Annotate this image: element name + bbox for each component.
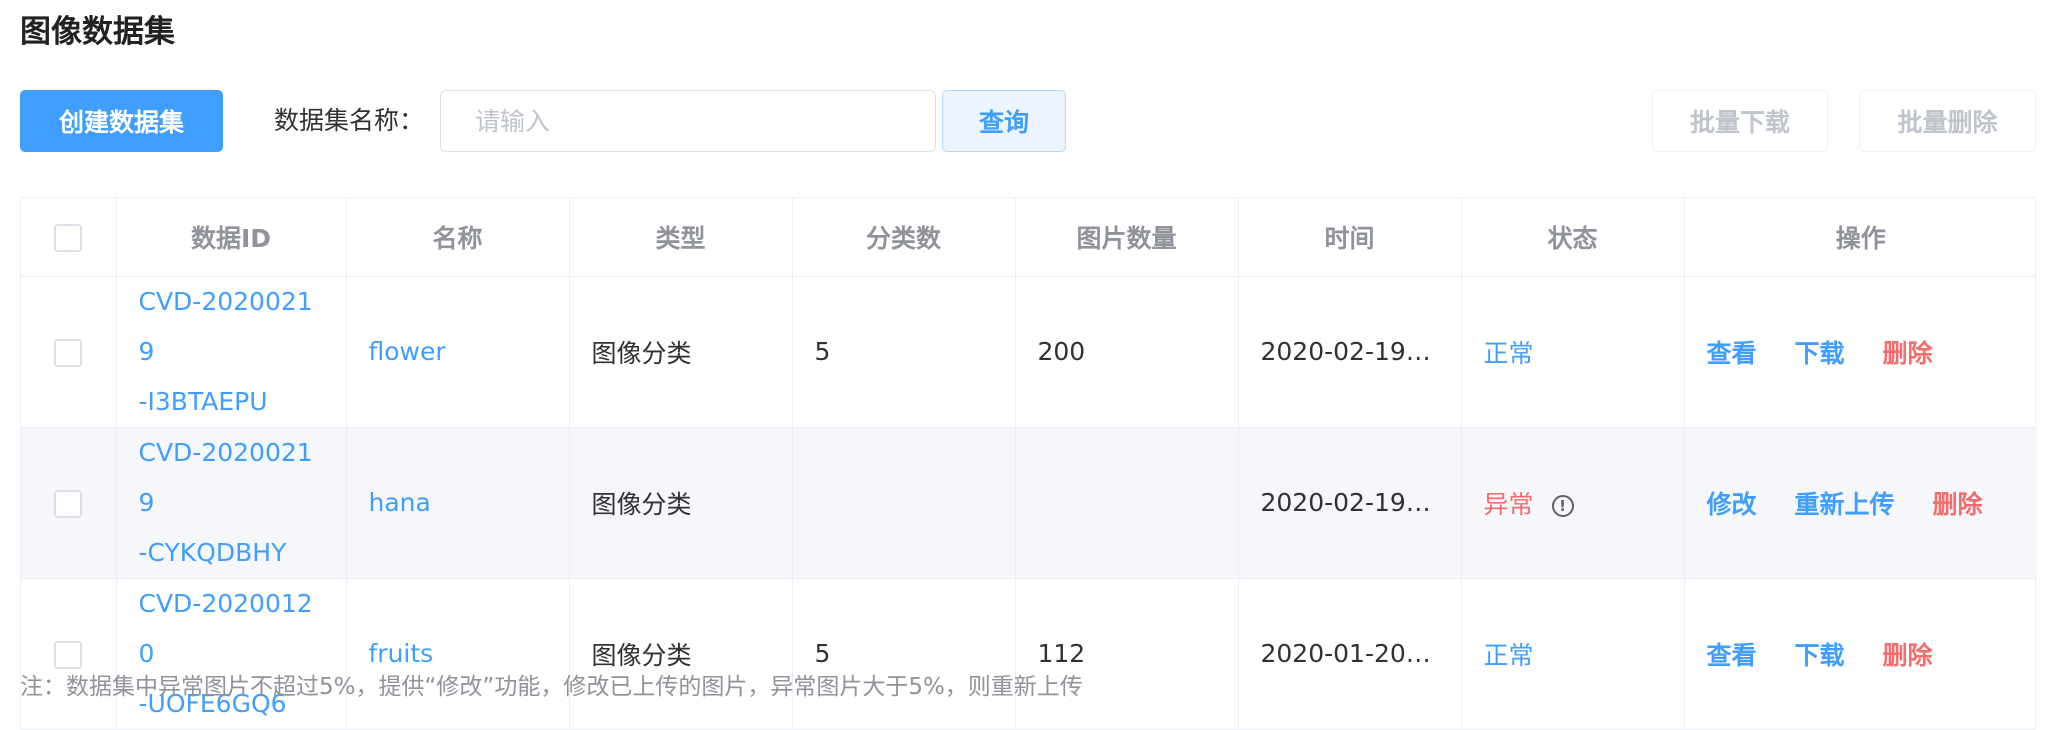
dataset-id-cell: CVD-20200120 -UOFE6GQ6 — [116, 578, 347, 729]
delete-button[interactable]: 删除 — [1882, 339, 1932, 368]
toolbar: 创建数据集 数据集名称： 查询 批量下载 批量删除 — [20, 90, 2036, 152]
header-time: 时间 — [1238, 198, 1462, 277]
dataset-time: 2020-01-20 … — [1238, 578, 1462, 729]
page-title: 图像数据集 — [20, 14, 175, 50]
row-checkbox[interactable] — [54, 640, 83, 669]
dataset-time: 2020-02-19 … — [1238, 427, 1462, 579]
row-select-cell — [21, 427, 117, 579]
row-select-cell — [21, 276, 117, 428]
dataset-name-link[interactable]: hana — [369, 488, 431, 517]
header-id: 数据ID — [116, 198, 347, 277]
status-badge: 正常 — [1483, 640, 1534, 670]
reupload-button[interactable]: 重新上传 — [1794, 490, 1894, 519]
view-button[interactable]: 查看 — [1707, 339, 1757, 368]
dataset-type: 图像分类 — [569, 578, 793, 729]
dataset-status-cell: 正常 — [1461, 578, 1685, 729]
header-status: 状态 — [1461, 198, 1685, 277]
dataset-status-cell: 异常! — [1461, 427, 1685, 579]
select-all-checkbox[interactable] — [54, 223, 83, 252]
batch-download-button[interactable]: 批量下载 — [1652, 90, 1828, 152]
delete-button[interactable]: 删除 — [1882, 641, 1932, 670]
batch-delete-button[interactable]: 批量删除 — [1859, 90, 2036, 152]
dataset-id-link[interactable]: CVD-20200219 -CYKQDBHY — [139, 428, 324, 578]
footnote: 注：数据集中异常图片不超过5%，提供“修改”功能，修改已上传的图片，异常图片大于… — [20, 674, 1083, 700]
row-actions: 查看 下载 删除 — [1684, 578, 2037, 729]
header-name: 名称 — [346, 198, 570, 277]
dataset-categories: 5 — [792, 276, 1016, 428]
query-button[interactable]: 查询 — [942, 90, 1066, 152]
row-actions: 修改 重新上传 删除 — [1684, 427, 2037, 579]
dataset-id-link[interactable]: CVD-20200219 -I3BTAEPU — [139, 277, 324, 427]
dataset-images: 112 — [1015, 578, 1239, 729]
row-select-cell — [21, 578, 117, 729]
status-badge: 异常 — [1483, 489, 1534, 519]
row-actions: 查看 下载 删除 — [1684, 276, 2037, 428]
search-input[interactable] — [440, 90, 936, 152]
create-dataset-button[interactable]: 创建数据集 — [20, 90, 223, 152]
header-select-all — [21, 198, 117, 277]
row-checkbox[interactable] — [54, 338, 83, 367]
dataset-images — [1015, 427, 1239, 579]
dataset-name-link[interactable]: fruits — [369, 639, 434, 668]
dataset-name-link[interactable]: flower — [369, 337, 446, 366]
info-circle-icon[interactable]: ! — [1551, 494, 1574, 517]
dataset-categories: 5 — [792, 578, 1016, 729]
header-categories: 分类数 — [792, 198, 1016, 277]
dataset-name-cell: flower — [346, 276, 570, 428]
search-label: 数据集名称： — [274, 106, 425, 135]
dataset-name-cell: hana — [346, 427, 570, 579]
table-header-row: 数据ID 名称 类型 分类数 图片数量 时间 状态 操作 — [21, 198, 2037, 277]
dataset-id-link[interactable]: CVD-20200120 -UOFE6GQ6 — [139, 579, 324, 729]
dataset-images: 200 — [1015, 276, 1239, 428]
view-button[interactable]: 查看 — [1707, 641, 1757, 670]
row-checkbox[interactable] — [54, 489, 83, 518]
dataset-categories — [792, 427, 1016, 579]
dataset-name-cell: fruits — [346, 578, 570, 729]
dataset-type: 图像分类 — [569, 427, 793, 579]
table-row: CVD-20200219 -I3BTAEPU flower 图像分类 5 200… — [21, 276, 2037, 428]
dataset-id-cell: CVD-20200219 -CYKQDBHY — [116, 427, 347, 579]
edit-button[interactable]: 修改 — [1707, 490, 1757, 519]
dataset-type: 图像分类 — [569, 276, 793, 428]
dataset-id-cell: CVD-20200219 -I3BTAEPU — [116, 276, 347, 428]
header-type: 类型 — [569, 198, 793, 277]
dataset-table: 数据ID 名称 类型 分类数 图片数量 时间 状态 操作 CVD-2020021… — [20, 197, 2037, 730]
dataset-status-cell: 正常 — [1461, 276, 1685, 428]
table-row: CVD-20200120 -UOFE6GQ6 fruits 图像分类 5 112… — [21, 578, 2037, 729]
dataset-time: 2020-02-19 … — [1238, 276, 1462, 428]
table-row: CVD-20200219 -CYKQDBHY hana 图像分类 2020-02… — [21, 427, 2037, 579]
status-badge: 正常 — [1483, 338, 1534, 368]
header-images: 图片数量 — [1015, 198, 1239, 277]
download-button[interactable]: 下载 — [1794, 339, 1844, 368]
download-button[interactable]: 下载 — [1794, 641, 1844, 670]
header-actions: 操作 — [1684, 198, 2037, 277]
delete-button[interactable]: 删除 — [1932, 490, 1982, 519]
